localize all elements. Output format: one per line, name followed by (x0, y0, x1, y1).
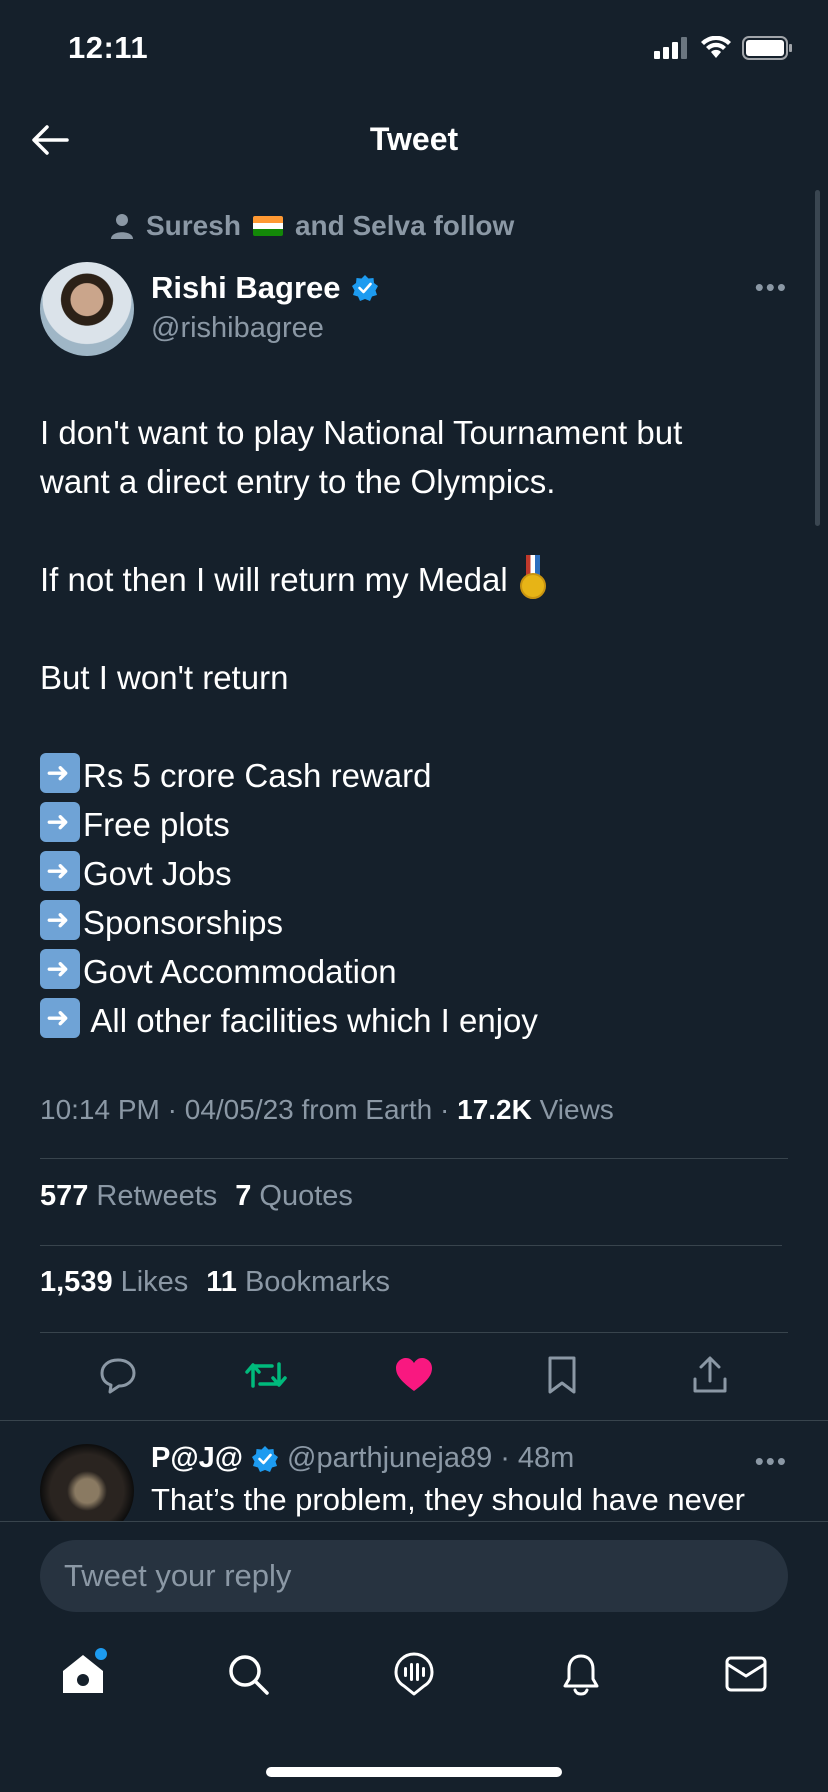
home-indicator[interactable] (266, 1767, 562, 1777)
reply-preview[interactable]: P@J@ @parthjuneja89 · 48m ••• That’s the p… (0, 1440, 828, 1521)
right-arrow-emoji-icon (40, 949, 80, 989)
india-flag-icon (252, 216, 283, 236)
like-button[interactable] (391, 1352, 437, 1398)
person-icon (111, 214, 133, 239)
verified-badge-icon (351, 275, 378, 301)
reply-avatar[interactable] (40, 1444, 134, 1521)
reply-button[interactable] (95, 1352, 141, 1398)
retweet-icon (245, 1362, 287, 1388)
bookmark-button[interactable] (539, 1352, 585, 1398)
right-arrow-emoji-icon (40, 851, 80, 891)
reply-author-handle[interactable]: @parthjuneja89 (287, 1442, 492, 1475)
bookmark-icon (548, 1356, 576, 1394)
tab-search[interactable] (218, 1644, 278, 1704)
reply-more-options-icon[interactable]: ••• (755, 1446, 788, 1477)
views-label[interactable]: Views (540, 1094, 614, 1125)
views-count[interactable]: 17.2K (457, 1094, 532, 1125)
tab-notifications[interactable] (551, 1644, 611, 1704)
page-title: Tweet (369, 121, 459, 157)
bookmarks-stat[interactable]: 11 Bookmarks (206, 1266, 390, 1298)
right-arrow-emoji-icon (40, 900, 80, 940)
scrollbar[interactable] (815, 190, 820, 526)
author-name: Rishi Bagree (151, 270, 341, 305)
tweet-line: I don't want to play National Tournament… (40, 414, 683, 451)
divider (0, 1420, 828, 1421)
signal-icon (654, 37, 687, 59)
tweet-text: I don't want to play National Tournament… (40, 408, 790, 1045)
tweet-line: If not then I will return my Medal (40, 561, 508, 598)
retweets-stat[interactable]: 577 Retweets (40, 1180, 217, 1212)
notifications-icon (563, 1654, 599, 1696)
reply-input[interactable] (40, 1540, 788, 1612)
list-item: Rs 5 crore Cash reward (40, 751, 790, 800)
reply-text: That’s the problem, they should have nev… (151, 1482, 745, 1517)
spaces-icon (394, 1652, 434, 1696)
tweet-date: 04/05/23 (184, 1094, 294, 1125)
tweet-actions (0, 1352, 828, 1402)
more-options-icon[interactable]: ••• (755, 272, 788, 303)
messages-icon (725, 1656, 767, 1692)
author-handle[interactable]: @rishibagree (151, 312, 324, 345)
medal-emoji-icon (519, 555, 546, 601)
list-item: Free plots (40, 800, 790, 849)
heart-icon (396, 1358, 432, 1391)
tweet-time: 10:14 PM (40, 1094, 160, 1125)
list-item: All other facilities which I enjoy (40, 996, 790, 1045)
battery-icon (742, 36, 792, 60)
tab-home[interactable] (53, 1644, 113, 1704)
reply-author-name[interactable]: P@J@ (151, 1442, 243, 1475)
bottom-panel (0, 1521, 828, 1792)
tweet-meta: 10:14 PM · 04/05/23 from Earth · 17.2K V… (40, 1094, 614, 1125)
right-arrow-emoji-icon (40, 998, 80, 1038)
divider (40, 1332, 788, 1333)
tab-messages[interactable] (716, 1644, 776, 1704)
wifi-icon (701, 36, 731, 58)
likes-stat[interactable]: 1,539 Likes (40, 1266, 188, 1298)
author-avatar[interactable] (40, 262, 134, 356)
right-arrow-emoji-icon (40, 753, 80, 793)
tab-bar (0, 1644, 828, 1724)
engagement-stats-row1: 577 Retweets 7 Quotes (40, 1180, 353, 1213)
status-time: 12:11 (68, 30, 149, 65)
list-item: Govt Accommodation (40, 947, 790, 996)
tab-spaces[interactable] (384, 1644, 444, 1704)
social-context: Suresh and Selva follow (110, 210, 514, 242)
search-icon (229, 1655, 269, 1695)
reply-icon (100, 1358, 136, 1394)
share-button[interactable] (687, 1352, 733, 1398)
list-item: Sponsorships (40, 898, 790, 947)
reply-time: 48m (517, 1442, 575, 1474)
tweet-line-medal: If not then I will return my Medal (40, 555, 790, 604)
tweet-line: want a direct entry to the Olympics. (40, 463, 556, 500)
divider (40, 1158, 788, 1159)
new-content-dot (95, 1648, 107, 1660)
list-item: Govt Jobs (40, 849, 790, 898)
social-context-name: Suresh (146, 210, 241, 241)
right-arrow-emoji-icon (40, 802, 80, 842)
quotes-stat[interactable]: 7 Quotes (235, 1180, 353, 1212)
reply-header: P@J@ @parthjuneja89 · 48m (151, 1442, 575, 1475)
retweet-button[interactable] (243, 1352, 289, 1398)
tweet-source: from Earth (301, 1094, 433, 1125)
author-name-row[interactable]: Rishi Bagree (151, 270, 379, 306)
divider (40, 1245, 782, 1246)
verified-badge-icon (252, 1445, 279, 1472)
status-icons (654, 36, 794, 60)
tweet-line: But I won't return (40, 659, 289, 696)
social-context-text: and Selva follow (294, 210, 515, 241)
share-icon (693, 1356, 727, 1393)
engagement-stats-row2: 1,539 Likes 11 Bookmarks (40, 1266, 390, 1299)
